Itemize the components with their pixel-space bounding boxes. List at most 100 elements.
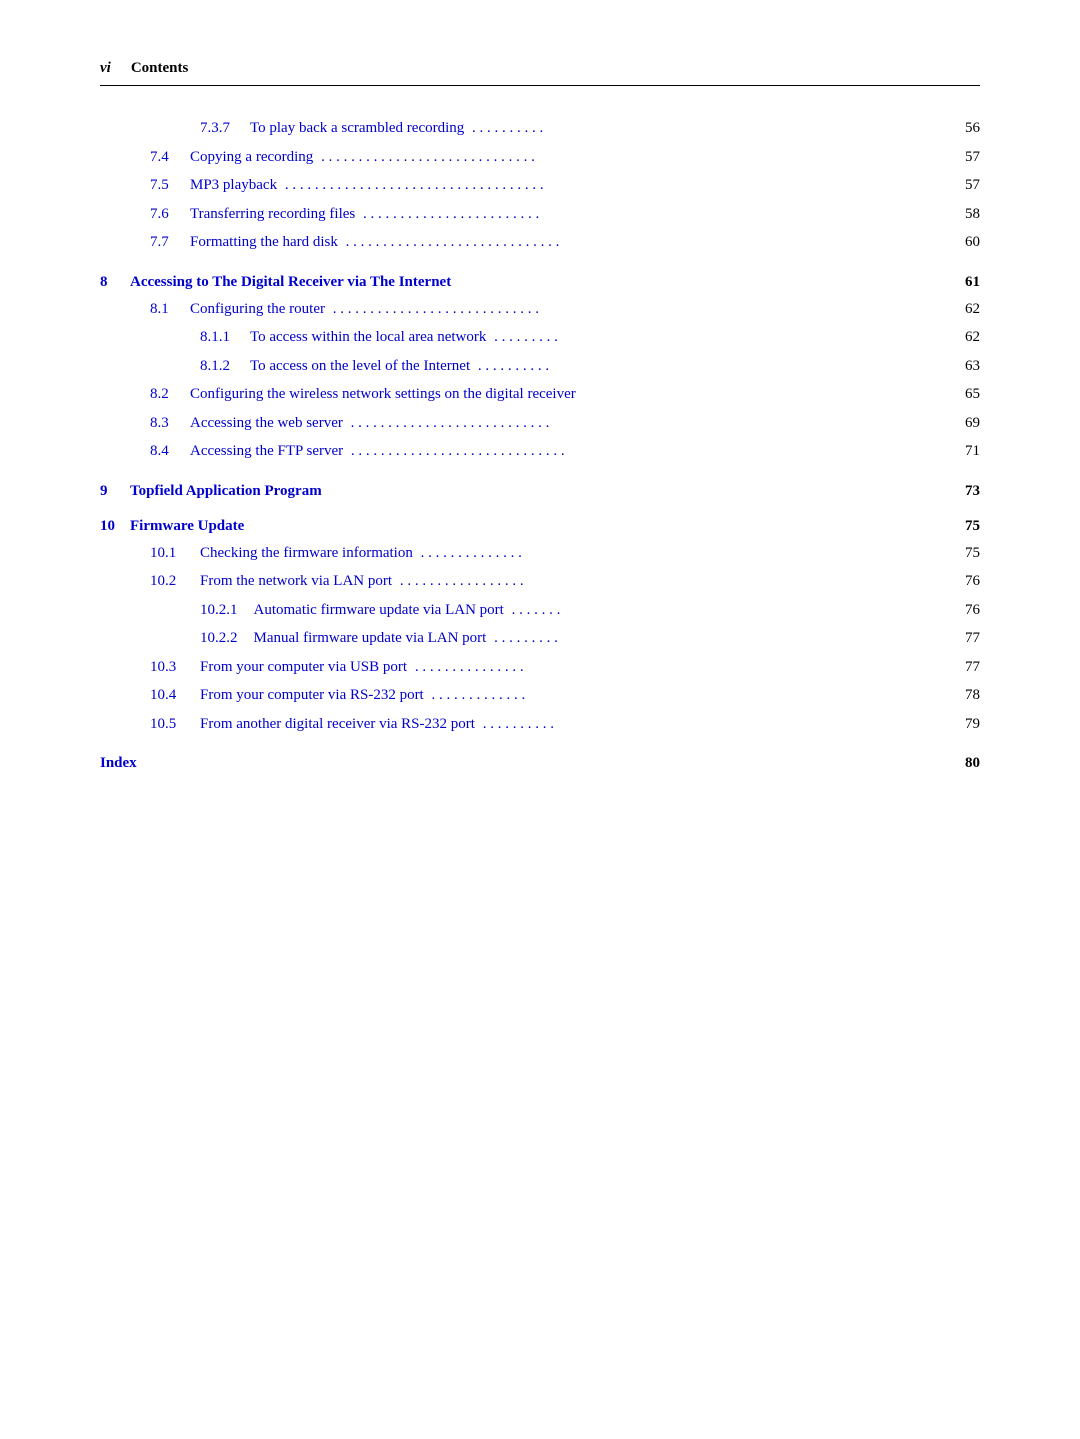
entry-label-812: To access on the level of the Internet bbox=[250, 354, 470, 380]
page-roman: vi bbox=[100, 60, 111, 77]
entry-label-1021: Automatic firmware update via LAN port bbox=[254, 598, 504, 624]
entry-dots-102: . . . . . . . . . . . . . . . . . bbox=[392, 569, 945, 595]
toc-entry-101: 10.1 Checking the firmware information .… bbox=[100, 541, 980, 567]
toc-entry-75: 7.5 MP3 playback . . . . . . . . . . . .… bbox=[100, 173, 980, 199]
entry-number-105: 10.5 bbox=[150, 712, 200, 738]
entry-dots-77: . . . . . . . . . . . . . . . . . . . . … bbox=[338, 230, 945, 256]
entry-page-1021: 76 bbox=[945, 598, 980, 624]
toc-entry-81: 8.1 Configuring the router . . . . . . .… bbox=[100, 297, 980, 323]
section-10-label: Firmware Update bbox=[130, 518, 945, 535]
entry-page-811: 62 bbox=[945, 325, 980, 351]
entry-number-104: 10.4 bbox=[150, 683, 200, 709]
section-10-number: 10 bbox=[100, 518, 130, 535]
entry-dots-1022: . . . . . . . . . bbox=[486, 626, 945, 652]
entry-page-101: 75 bbox=[945, 541, 980, 567]
toc-entry-1021: 10.2.1 Automatic firmware update via LAN… bbox=[100, 598, 980, 624]
toc-entry-1022: 10.2.2 Manual firmware update via LAN po… bbox=[100, 626, 980, 652]
entry-label-737: To play back a scrambled recording bbox=[250, 116, 464, 142]
entry-dots-81: . . . . . . . . . . . . . . . . . . . . … bbox=[325, 297, 945, 323]
entry-label-84: Accessing the FTP server bbox=[190, 439, 343, 465]
entry-page-74: 57 bbox=[945, 145, 980, 171]
entry-label-82: Configuring the wireless network setting… bbox=[190, 382, 576, 408]
entry-label-83: Accessing the web server bbox=[190, 411, 343, 437]
entry-page-76: 58 bbox=[945, 202, 980, 228]
entry-page-84: 71 bbox=[945, 439, 980, 465]
toc-entry-104: 10.4 From your computer via RS-232 port … bbox=[100, 683, 980, 709]
section-8-number: 8 bbox=[100, 274, 130, 291]
entry-number-1021: 10.2.1 bbox=[200, 598, 238, 624]
index-row: Index 80 bbox=[100, 755, 980, 772]
toc-entry-737: 7.3.7 To play back a scrambled recording… bbox=[100, 116, 980, 142]
toc-entry-76: 7.6 Transferring recording files . . . .… bbox=[100, 202, 980, 228]
entry-page-737: 56 bbox=[945, 116, 980, 142]
entry-dots-75: . . . . . . . . . . . . . . . . . . . . … bbox=[277, 173, 945, 199]
entry-page-1022: 77 bbox=[945, 626, 980, 652]
toc-entry-84: 8.4 Accessing the FTP server . . . . . .… bbox=[100, 439, 980, 465]
entry-dots-1021: . . . . . . . bbox=[504, 598, 945, 624]
section-8-page: 61 bbox=[945, 274, 980, 291]
entry-label-74: Copying a recording bbox=[190, 145, 313, 171]
entry-label-103: From your computer via USB port bbox=[200, 655, 407, 681]
entry-number-102: 10.2 bbox=[150, 569, 200, 595]
entry-label-1022: Manual firmware update via LAN port bbox=[254, 626, 487, 652]
entry-label-75: MP3 playback bbox=[190, 173, 277, 199]
entry-page-83: 69 bbox=[945, 411, 980, 437]
entry-page-82: 65 bbox=[945, 382, 980, 408]
page-header: vi Contents bbox=[100, 60, 980, 86]
entry-number-811: 8.1.1 bbox=[200, 325, 230, 351]
toc-entry-105: 10.5 From another digital receiver via R… bbox=[100, 712, 980, 738]
toc-entry-102: 10.2 From the network via LAN port . . .… bbox=[100, 569, 980, 595]
entry-page-81: 62 bbox=[945, 297, 980, 323]
entry-dots-104: . . . . . . . . . . . . . bbox=[424, 683, 945, 709]
toc-entry-82: 8.2 Configuring the wireless network set… bbox=[100, 382, 980, 408]
section-9-page: 73 bbox=[945, 483, 980, 500]
entry-number-77: 7.7 bbox=[150, 230, 190, 256]
entry-number-76: 7.6 bbox=[150, 202, 190, 228]
entry-page-105: 79 bbox=[945, 712, 980, 738]
entry-label-81: Configuring the router bbox=[190, 297, 325, 323]
entry-label-811: To access within the local area network bbox=[250, 325, 486, 351]
entry-dots-103: . . . . . . . . . . . . . . . bbox=[407, 655, 945, 681]
entry-label-76: Transferring recording files bbox=[190, 202, 355, 228]
section-9-label: Topfield Application Program bbox=[130, 483, 945, 500]
toc-entry-103: 10.3 From your computer via USB port . .… bbox=[100, 655, 980, 681]
entry-number-74: 7.4 bbox=[150, 145, 190, 171]
entry-dots-811: . . . . . . . . . bbox=[486, 325, 945, 351]
entry-number-103: 10.3 bbox=[150, 655, 200, 681]
entry-dots-84: . . . . . . . . . . . . . . . . . . . . … bbox=[343, 439, 945, 465]
entry-page-75: 57 bbox=[945, 173, 980, 199]
entry-label-105: From another digital receiver via RS-232… bbox=[200, 712, 475, 738]
section-9-number: 9 bbox=[100, 483, 130, 500]
entry-number-83: 8.3 bbox=[150, 411, 190, 437]
entry-page-103: 77 bbox=[945, 655, 980, 681]
section-8-heading: 8 Accessing to The Digital Receiver via … bbox=[100, 274, 980, 291]
entry-dots-74: . . . . . . . . . . . . . . . . . . . . … bbox=[313, 145, 945, 171]
entry-number-81: 8.1 bbox=[150, 297, 190, 323]
section-10-heading: 10 Firmware Update 75 bbox=[100, 518, 980, 535]
entry-dots-812: . . . . . . . . . . bbox=[470, 354, 945, 380]
entry-number-812: 8.1.2 bbox=[200, 354, 230, 380]
entry-page-77: 60 bbox=[945, 230, 980, 256]
entry-label-104: From your computer via RS-232 port bbox=[200, 683, 424, 709]
toc-entry-811: 8.1.1 To access within the local area ne… bbox=[100, 325, 980, 351]
section-9-heading: 9 Topfield Application Program 73 bbox=[100, 483, 980, 500]
entry-label-101: Checking the firmware information bbox=[200, 541, 413, 567]
entry-dots-737: . . . . . . . . . . bbox=[464, 116, 945, 142]
toc-entry-812: 8.1.2 To access on the level of the Inte… bbox=[100, 354, 980, 380]
entry-number-84: 8.4 bbox=[150, 439, 190, 465]
entry-number-737: 7.3.7 bbox=[200, 116, 230, 142]
entry-dots-83: . . . . . . . . . . . . . . . . . . . . … bbox=[343, 411, 945, 437]
entry-number-75: 7.5 bbox=[150, 173, 190, 199]
entry-label-102: From the network via LAN port bbox=[200, 569, 392, 595]
entry-page-812: 63 bbox=[945, 354, 980, 380]
index-page: 80 bbox=[945, 755, 980, 772]
table-of-contents: 7.3.7 To play back a scrambled recording… bbox=[100, 116, 980, 772]
entry-page-102: 76 bbox=[945, 569, 980, 595]
entry-dots-76: . . . . . . . . . . . . . . . . . . . . … bbox=[355, 202, 945, 228]
toc-entry-77: 7.7 Formatting the hard disk . . . . . .… bbox=[100, 230, 980, 256]
entry-page-104: 78 bbox=[945, 683, 980, 709]
page-header-title: Contents bbox=[131, 60, 189, 77]
section-10-page: 75 bbox=[945, 518, 980, 535]
section-8-label: Accessing to The Digital Receiver via Th… bbox=[130, 274, 945, 291]
entry-number-101: 10.1 bbox=[150, 541, 200, 567]
